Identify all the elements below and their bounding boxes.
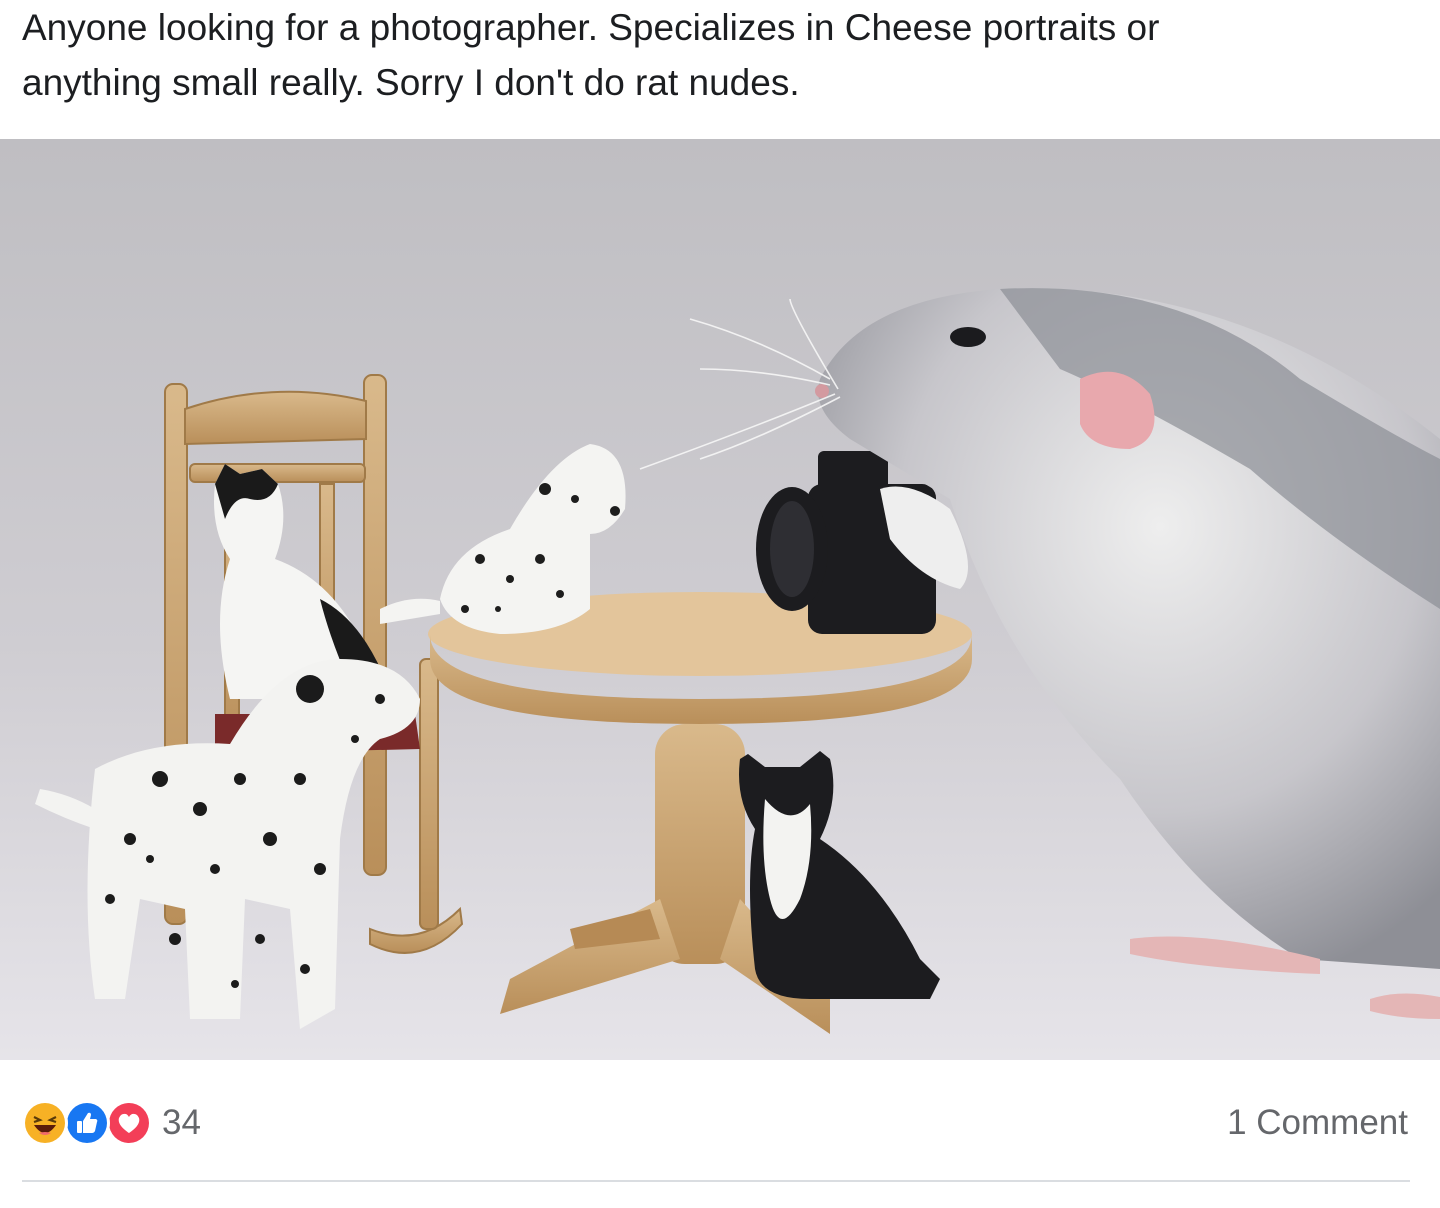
reaction-count: 34 xyxy=(162,1103,201,1142)
post-footer: 34 1 Comment xyxy=(0,1060,1440,1180)
post-caption-line-1: Anyone looking for a photographer. Speci… xyxy=(22,7,1160,48)
rat-photographer-photo xyxy=(0,139,1440,1060)
post-card: Anyone looking for a photographer. Speci… xyxy=(0,0,1440,1208)
footer-divider xyxy=(22,1180,1410,1182)
haha-icon xyxy=(22,1100,68,1146)
love-icon xyxy=(106,1100,152,1146)
post-caption-line-2: anything small really. Sorry I don't do … xyxy=(22,62,800,103)
post-caption: Anyone looking for a photographer. Speci… xyxy=(22,0,1382,110)
reaction-summary[interactable]: 34 xyxy=(22,1098,201,1148)
comment-count-link[interactable]: 1 Comment xyxy=(1227,1098,1408,1148)
post-photo[interactable] xyxy=(0,139,1440,1060)
like-icon xyxy=(64,1100,110,1146)
